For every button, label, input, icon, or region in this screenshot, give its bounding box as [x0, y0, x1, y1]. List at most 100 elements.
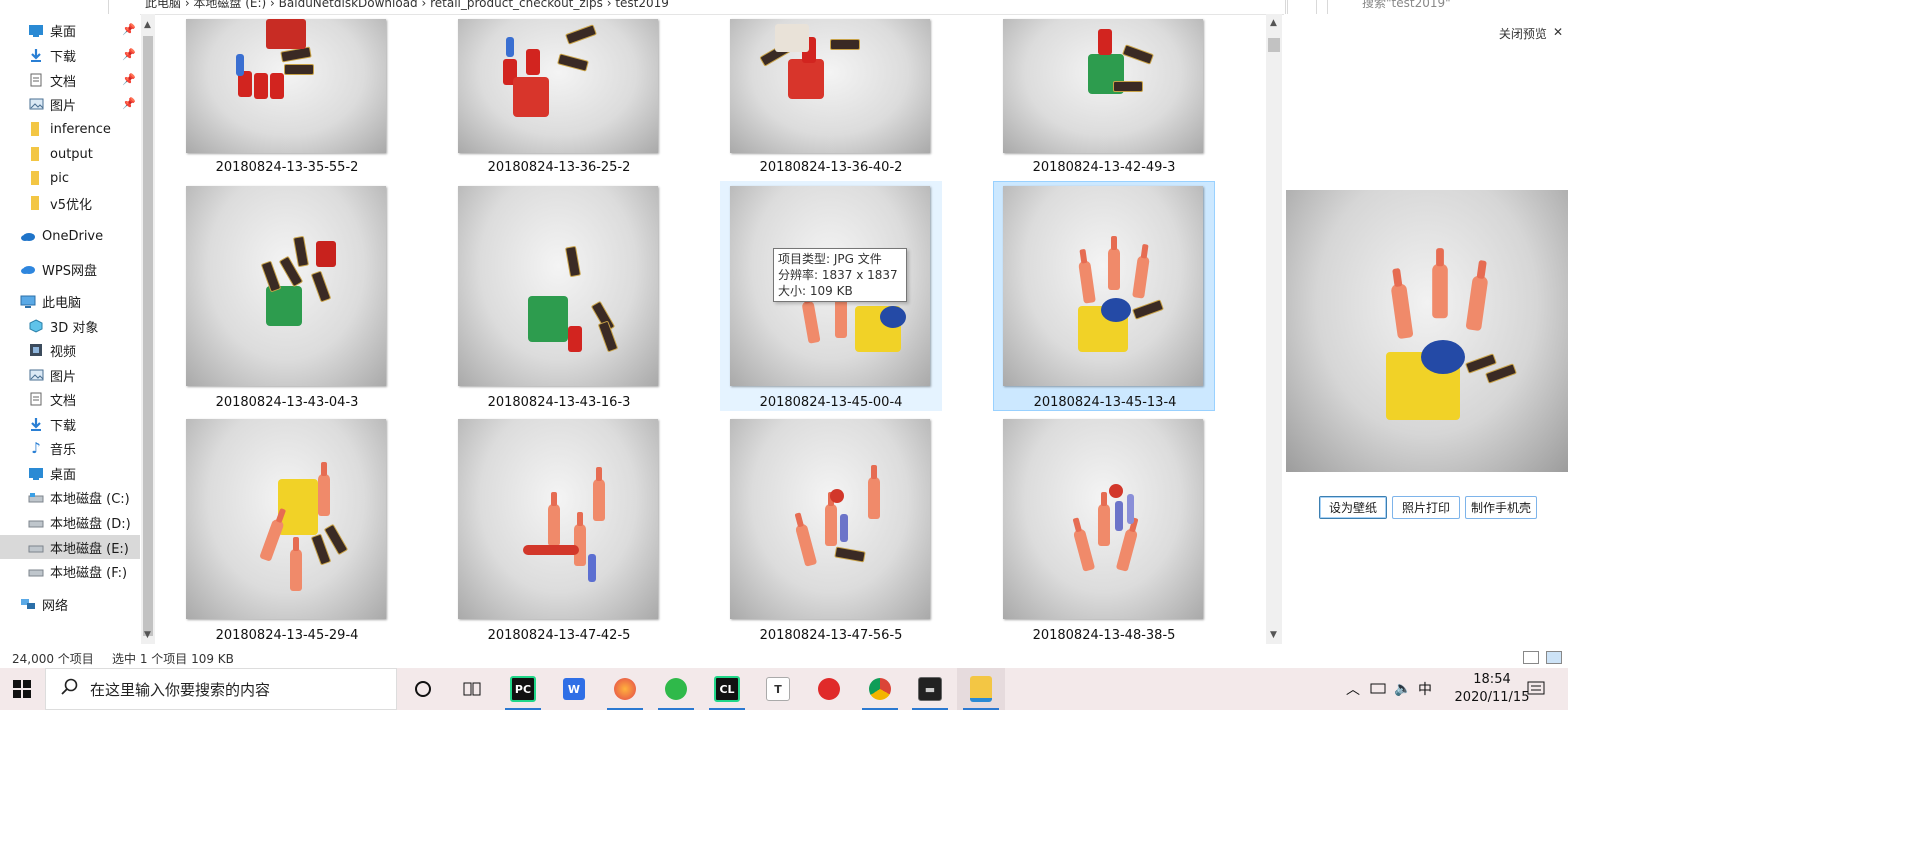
image-thumbnail: [730, 419, 930, 619]
network-icon: [20, 597, 36, 611]
firefox-icon[interactable]: [601, 668, 649, 710]
set-wallpaper-button[interactable]: 设为壁纸: [1319, 496, 1387, 519]
notification-icon[interactable]: [1527, 668, 1545, 710]
file-thumbnail[interactable]: 20180824-13-43-16-3: [448, 181, 670, 411]
task-view-icon[interactable]: [448, 668, 496, 710]
clion-icon[interactable]: CL: [703, 668, 751, 710]
navigation-pane: 桌面 📌 下载 📌 文档 📌 图片 📌 inference output pic…: [0, 14, 140, 644]
folder-icon: [28, 147, 44, 161]
chrome-icon[interactable]: [856, 668, 904, 710]
image-thumbnail: [186, 19, 386, 153]
volume-icon[interactable]: 🔈: [1394, 668, 1411, 710]
drive-icon: [28, 540, 44, 554]
scroll-down-icon[interactable]: ▼: [144, 630, 151, 640]
scrollbar-thumb[interactable]: [1268, 38, 1280, 52]
refresh-button[interactable]: [1285, 0, 1317, 14]
sidebar-item-music[interactable]: ♪ 音乐: [28, 436, 140, 460]
sidebar-item-pictures[interactable]: 图片: [28, 363, 140, 387]
content-scrollbar[interactable]: ▲ ▼: [1266, 14, 1282, 644]
file-thumbnail[interactable]: 20180824-13-35-55-2: [176, 0, 398, 175]
picture-icon: [28, 368, 44, 382]
sidebar-item-wps-cloud[interactable]: WPS网盘: [20, 257, 140, 281]
sidebar-item-drive-d[interactable]: 本地磁盘 (D:): [28, 510, 140, 534]
file-name: 20180824-13-43-04-3: [215, 395, 359, 410]
ime-indicator[interactable]: 中: [1418, 668, 1432, 710]
typora-icon[interactable]: T: [754, 668, 802, 710]
wechat-icon[interactable]: [652, 668, 700, 710]
scroll-up-icon[interactable]: ▲: [1270, 18, 1277, 28]
item-count: 24,000 个项目: [12, 652, 94, 666]
terminal-icon[interactable]: ▬: [906, 668, 954, 710]
sidebar-item-label: 视频: [50, 344, 77, 360]
sidebar-item-output[interactable]: output: [28, 142, 140, 166]
make-phone-case-button[interactable]: 制作手机壳: [1465, 496, 1537, 519]
sidebar-item-this-pc[interactable]: 此电脑: [20, 289, 140, 313]
video-icon: [28, 343, 44, 357]
scrollbar-thumb[interactable]: [143, 36, 153, 636]
drive-icon: [28, 564, 44, 578]
file-thumbnail[interactable]: 20180824-13-45-29-4: [176, 414, 398, 644]
image-thumbnail: [458, 19, 658, 153]
file-thumbnail[interactable]: 20180824-13-36-25-2: [448, 0, 670, 175]
clock[interactable]: 18:54 2020/11/15: [1452, 671, 1532, 707]
sidebar-item-drive-c[interactable]: 本地磁盘 (C:): [28, 485, 140, 509]
sidebar-item-documents-quick[interactable]: 文档 📌: [28, 68, 140, 92]
close-preview-button[interactable]: 关闭预览 ✕: [1499, 25, 1563, 42]
cloud-icon: [20, 262, 36, 276]
large-icons-view-icon[interactable]: [1546, 651, 1562, 664]
wps-icon[interactable]: W: [550, 668, 598, 710]
sidebar-item-downloads-quick[interactable]: 下载 📌: [28, 43, 140, 67]
sidebar-item-drive-f[interactable]: 本地磁盘 (F:): [28, 559, 140, 583]
file-thumbnail[interactable]: 20180824-13-47-42-5: [448, 414, 670, 644]
sidebar-scrollbar[interactable]: ▲ ▼: [141, 14, 155, 644]
file-thumbnail[interactable]: 20180824-13-47-56-5: [720, 414, 942, 644]
sidebar-item-documents[interactable]: 文档: [28, 387, 140, 411]
file-explorer-icon[interactable]: [957, 668, 1005, 710]
sidebar-item-pictures-quick[interactable]: 图片 📌: [28, 92, 140, 116]
file-name: 20180824-13-47-56-5: [759, 628, 903, 643]
download-icon: [28, 417, 44, 431]
picture-icon: [28, 97, 44, 111]
image-thumbnail: [458, 186, 658, 386]
cortana-icon[interactable]: [399, 668, 447, 710]
file-name: 20180824-13-48-38-5: [1032, 628, 1176, 643]
sidebar-item-desktop[interactable]: 桌面: [28, 461, 140, 485]
sidebar-item-label: output: [50, 146, 93, 162]
taskbar-search-placeholder: 在这里输入你要搜索的内容: [90, 680, 271, 699]
taskbar-search-input[interactable]: 在这里输入你要搜索的内容: [45, 668, 397, 710]
file-name: 20180824-13-45-00-4: [759, 395, 903, 410]
sidebar-item-downloads[interactable]: 下载: [28, 412, 140, 436]
sidebar-item-pic[interactable]: pic: [28, 166, 140, 190]
sidebar-item-label: 本地磁盘 (E:): [50, 541, 129, 557]
sidebar-item-videos[interactable]: 视频: [28, 338, 140, 362]
file-thumbnail[interactable]: 20180824-13-43-04-3: [176, 181, 398, 411]
start-button[interactable]: [0, 668, 44, 710]
search-icon: [60, 678, 78, 700]
file-thumbnail[interactable]: 20180824-13-45-13-4: [993, 181, 1215, 411]
sidebar-item-desktop-quick[interactable]: 桌面 📌: [28, 18, 140, 42]
sidebar-item-network[interactable]: 网络: [20, 592, 140, 616]
netease-music-icon[interactable]: [805, 668, 853, 710]
show-hidden-icons-icon[interactable]: ︿: [1346, 668, 1360, 710]
pycharm-icon[interactable]: PC: [499, 668, 547, 710]
sidebar-item-drive-e[interactable]: 本地磁盘 (E:): [0, 535, 140, 559]
file-thumbnail[interactable]: 20180824-13-48-38-5: [993, 414, 1215, 644]
sidebar-item-label: 桌面: [50, 467, 77, 483]
sidebar-item-3d-objects[interactable]: 3D 对象: [28, 314, 140, 338]
file-name: 20180824-13-45-13-4: [1033, 395, 1177, 410]
details-view-icon[interactable]: [1523, 651, 1539, 664]
search-input[interactable]: 搜索"test2019": [1327, 0, 1568, 14]
print-photo-button[interactable]: 照片打印: [1392, 496, 1460, 519]
scroll-down-icon[interactable]: ▼: [1270, 630, 1277, 640]
sidebar-item-v5[interactable]: v5优化: [28, 191, 140, 215]
pin-icon: 📌: [122, 48, 136, 61]
sidebar-item-onedrive[interactable]: OneDrive: [20, 224, 140, 248]
file-thumbnail[interactable]: 20180824-13-42-49-3: [993, 0, 1215, 175]
network-tray-icon[interactable]: [1370, 668, 1386, 710]
sidebar-item-inference[interactable]: inference: [28, 117, 140, 141]
scroll-up-icon[interactable]: ▲: [144, 20, 151, 30]
image-thumbnail: [730, 19, 930, 153]
file-thumbnail[interactable]: 20180824-13-36-40-2: [720, 0, 942, 175]
image-thumbnail: [458, 419, 658, 619]
cloud-icon: [20, 229, 36, 243]
